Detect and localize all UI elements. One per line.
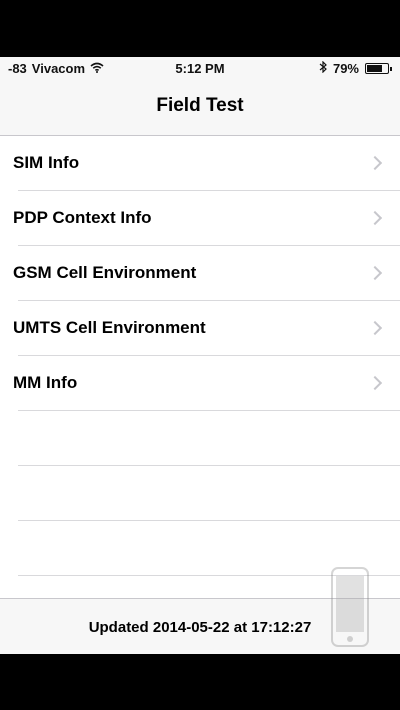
screen: -83 Vivacom 5:12 PM 79% Field Test SIM I… [0,57,400,654]
field-test-list: SIM Info PDP Context Info GSM Cell Envir… [0,136,400,576]
battery-tip [390,67,392,71]
list-item-mm-info[interactable]: MM Info [0,356,400,411]
chevron-right-icon [367,210,383,226]
bluetooth-icon [319,60,327,76]
battery-percent: 79% [332,61,359,76]
battery-fill [367,65,382,72]
battery-icon [365,63,392,74]
status-right: 79% [319,60,392,76]
chevron-right-icon [367,155,383,171]
chevron-right-icon [367,375,383,391]
list-item-sim-info[interactable]: SIM Info [0,136,400,191]
status-bar: -83 Vivacom 5:12 PM 79% [0,57,400,79]
device-frame: -83 Vivacom 5:12 PM 79% Field Test SIM I… [0,0,400,710]
chevron-right-icon [367,265,383,281]
list-item-label: UMTS Cell Environment [13,318,206,337]
list-item-gsm-cell-environment[interactable]: GSM Cell Environment [0,246,400,301]
list-item-pdp-context-info[interactable]: PDP Context Info [0,191,400,246]
list-item-label: GSM Cell Environment [13,263,197,282]
empty-row [0,466,400,521]
navigation-bar: Field Test [0,79,400,136]
list-item-label: PDP Context Info [13,208,152,227]
empty-row [0,411,400,466]
list-item-label: SIM Info [13,153,80,172]
page-title: Field Test [156,95,244,116]
watermark-logo [326,566,374,648]
chevron-right-icon [367,320,383,336]
list-item-umts-cell-environment[interactable]: UMTS Cell Environment [0,301,400,356]
list-item-label: MM Info [13,373,78,392]
